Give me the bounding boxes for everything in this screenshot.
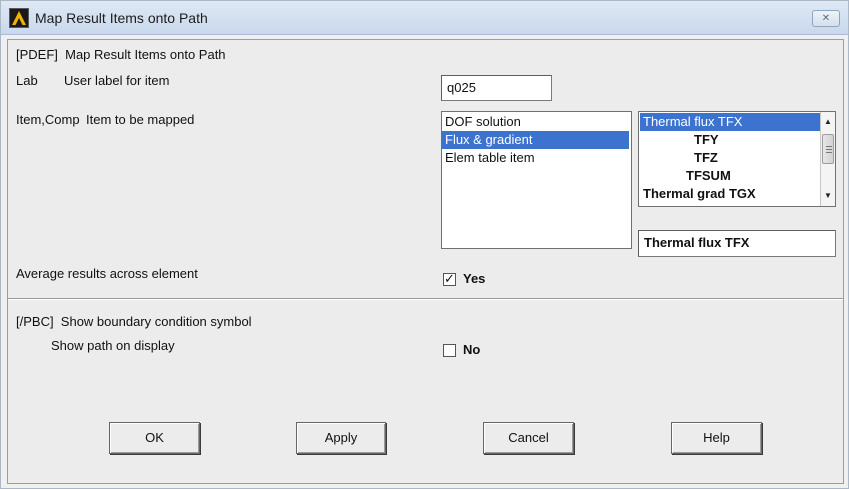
list-item[interactable]: TFSUM — [640, 167, 820, 185]
list-item[interactable]: Flux & gradient — [442, 131, 629, 149]
lab-key: Lab — [16, 73, 38, 88]
window-title: Map Result Items onto Path — [35, 10, 208, 26]
item-comp-description: Item to be mapped — [86, 112, 195, 127]
average-label: Average results across element — [16, 266, 198, 281]
apply-button[interactable]: Apply — [296, 422, 386, 454]
ansys-logo-icon — [9, 8, 29, 28]
dialog-body: [PDEF] Map Result Items onto Path Lab Us… — [7, 39, 844, 484]
show-path-label: Show path on display — [51, 338, 175, 353]
ok-button[interactable]: OK — [109, 422, 200, 454]
scroll-thumb[interactable] — [822, 134, 834, 164]
section-divider — [8, 298, 843, 300]
component-listbox[interactable]: Thermal flux TFX TFY TFZ TFSUM Thermal g… — [638, 111, 836, 207]
pbc-header: [/PBC] Show boundary condition symbol — [16, 314, 252, 329]
list-item[interactable]: DOF solution — [442, 113, 629, 131]
grip-line — [826, 149, 832, 150]
list-item[interactable]: TFZ — [640, 149, 820, 167]
item-listbox[interactable]: DOF solution Flux & gradient Elem table … — [441, 111, 632, 249]
show-path-checkbox[interactable] — [443, 344, 456, 357]
list-item[interactable]: Elem table item — [442, 149, 629, 167]
lab-description: User label for item — [64, 73, 170, 88]
show-path-no-label: No — [463, 342, 481, 357]
check-mark-icon: ✓ — [444, 271, 455, 286]
average-checkbox[interactable]: ✓ — [443, 271, 456, 286]
cancel-button[interactable]: Cancel — [483, 422, 574, 454]
user-label-input[interactable]: q025 — [441, 75, 552, 101]
grip-line — [826, 152, 832, 153]
scroll-down-arrow-icon[interactable]: ▼ — [821, 188, 835, 204]
scroll-up-arrow-icon[interactable]: ▲ — [821, 114, 835, 130]
component-scrollbar[interactable]: ▲ ▼ — [820, 112, 835, 206]
average-yes-label: Yes — [463, 271, 486, 286]
close-icon: ✕ — [821, 13, 831, 24]
list-item[interactable]: TFY — [640, 131, 820, 149]
grip-line — [826, 146, 832, 147]
list-item[interactable]: Thermal grad TGX — [640, 185, 820, 203]
item-comp-key: Item,Comp — [16, 112, 80, 127]
user-label-value: q025 — [447, 80, 476, 95]
dialog-window: Map Result Items onto Path ✕ [PDEF] Map … — [0, 0, 849, 489]
component-selection-field[interactable]: Thermal flux TFX — [638, 230, 836, 257]
help-button[interactable]: Help — [671, 422, 762, 454]
title-bar[interactable]: Map Result Items onto Path ✕ — [1, 1, 848, 35]
component-selection-value: Thermal flux TFX — [644, 235, 750, 250]
close-button[interactable]: ✕ — [812, 10, 840, 27]
pdef-header: [PDEF] Map Result Items onto Path — [16, 47, 226, 62]
list-item[interactable]: Thermal flux TFX — [640, 113, 820, 131]
